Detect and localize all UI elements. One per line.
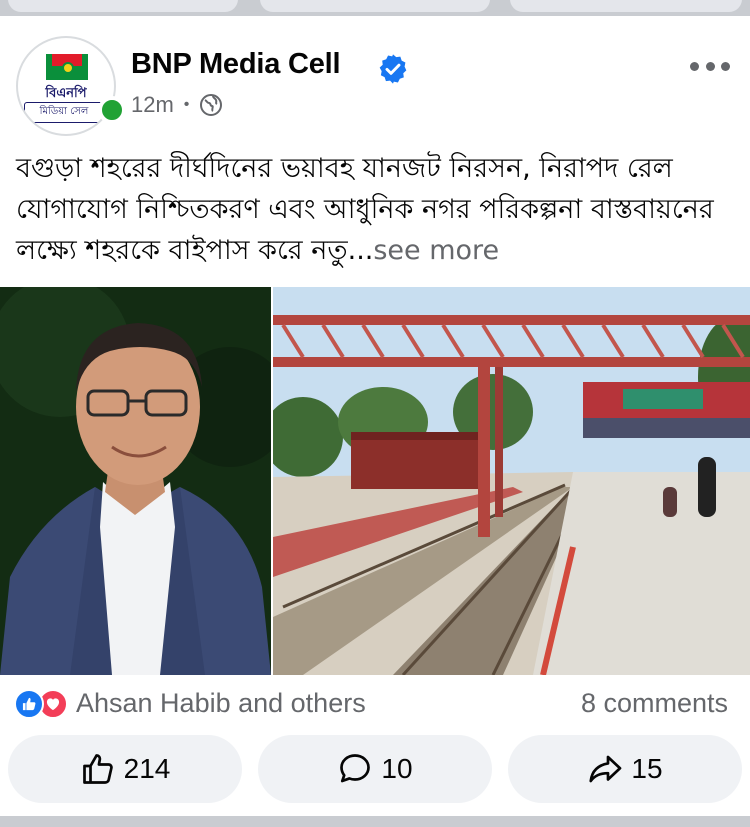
portrait-photo[interactable] — [0, 287, 271, 675]
share-count: 15 — [631, 753, 663, 784]
like-count: 214 — [123, 753, 171, 784]
comment-count: 10 — [381, 753, 413, 784]
see-more-link[interactable]: see more — [373, 235, 499, 266]
portrait-illustration — [0, 287, 271, 675]
more-icon[interactable] — [690, 56, 730, 76]
post-text: বগুড়া শহরের দীর্ঘদিনের ভয়াবহ যানজট নির… — [16, 148, 736, 271]
previous-action-button[interactable] — [260, 0, 490, 12]
more-dot — [721, 61, 730, 71]
post-text-body: বগুড়া শহরের দীর্ঘদিনের ভয়াবহ যানজট নির… — [16, 153, 714, 266]
comments-count-link[interactable]: 8 comments — [581, 688, 728, 719]
logo-text-line2: মিডিয়া সেল — [24, 102, 104, 123]
previous-action-button[interactable] — [8, 0, 238, 12]
more-dot — [690, 61, 699, 71]
online-status-dot — [98, 96, 126, 124]
railway-station-photo[interactable] — [273, 287, 750, 675]
like-reaction-icon — [14, 688, 44, 719]
verified-icon — [379, 54, 407, 84]
reactions-summary[interactable]: Ahsan Habib and others — [14, 688, 366, 719]
feed-post: বিএনপি মিডিয়া সেল BNP Media Cell 12m • … — [0, 16, 750, 816]
comment-button[interactable]: 10 — [258, 735, 492, 803]
meta-separator: • — [183, 96, 190, 113]
comment-icon — [340, 754, 371, 783]
reaction-names: Ahsan Habib and others — [76, 688, 366, 718]
more-dot — [705, 61, 715, 71]
page-avatar[interactable]: বিএনপি মিডিয়া সেল — [16, 36, 116, 136]
previous-post-divider — [0, 0, 750, 16]
share-button[interactable]: 15 — [508, 735, 742, 803]
post-meta: 12m • — [131, 92, 223, 118]
next-post-divider — [0, 816, 750, 827]
thumbs-up-icon — [82, 754, 113, 784]
globe-icon — [200, 94, 223, 116]
page-name[interactable]: BNP Media Cell — [131, 48, 341, 81]
logo-flag-emblem — [62, 62, 74, 74]
share-icon — [589, 755, 622, 783]
post-time[interactable]: 12m — [131, 92, 174, 118]
like-button[interactable]: 214 — [8, 735, 242, 803]
railway-illustration — [273, 287, 750, 675]
previous-action-button[interactable] — [510, 0, 742, 12]
